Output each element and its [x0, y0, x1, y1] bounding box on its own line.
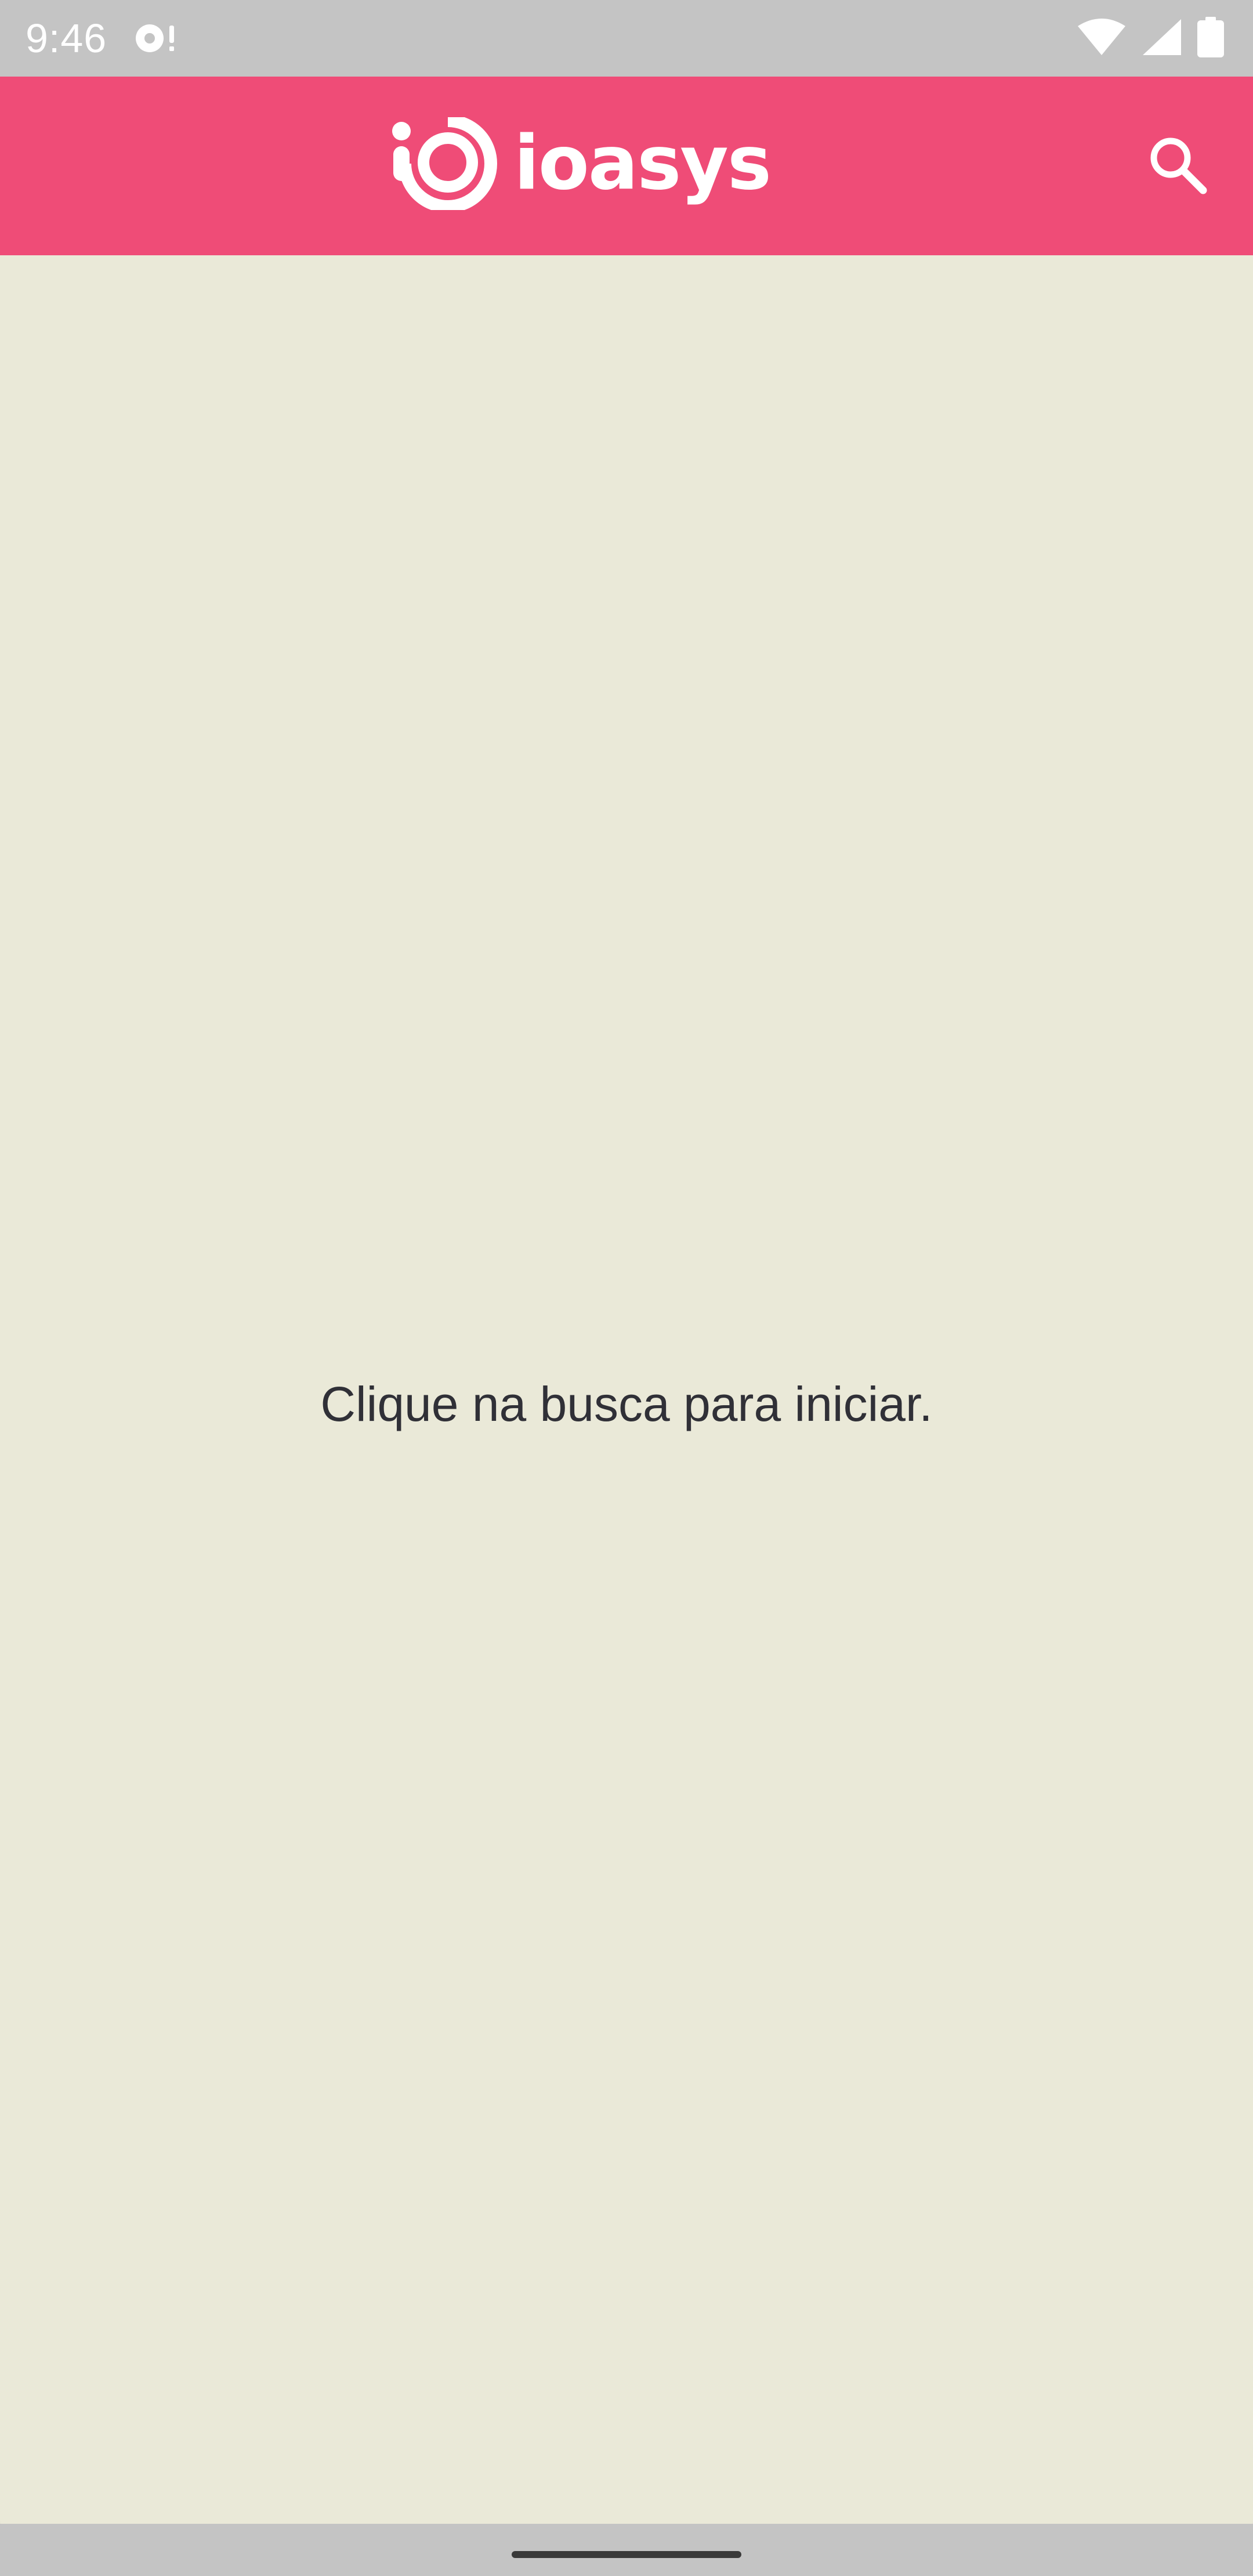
brand-name: ioasys: [514, 120, 772, 207]
wifi-icon: [1077, 18, 1127, 59]
app-bar: ioasys: [0, 77, 1253, 255]
sync-alert-icon: [132, 20, 179, 57]
cell-signal-icon: [1142, 18, 1182, 59]
ioasys-logo-icon: [390, 117, 500, 210]
status-icons: [1077, 16, 1224, 60]
search-button[interactable]: [1143, 131, 1212, 201]
search-icon: [1147, 135, 1208, 198]
navigation-bar: [0, 2524, 1253, 2576]
battery-icon: [1197, 16, 1224, 60]
content-area: Clique na busca para iniciar.: [0, 255, 1253, 2524]
phone-screen: 9:46 ioasys Clique na busca para iniciar…: [0, 0, 1253, 2576]
brand-logo: ioasys: [390, 117, 772, 210]
empty-state-message: Clique na busca para iniciar.: [320, 1377, 933, 1431]
home-handle[interactable]: [512, 2551, 741, 2558]
status-time: 9:46: [26, 16, 107, 61]
status-bar: 9:46: [0, 0, 1253, 77]
